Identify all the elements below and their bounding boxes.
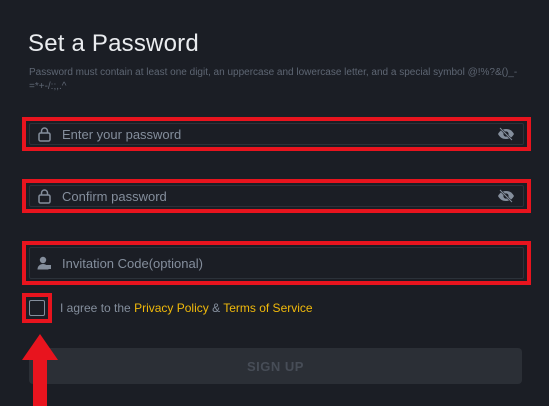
eye-off-icon[interactable] bbox=[497, 127, 515, 141]
confirm-password-input-placeholder[interactable]: Confirm password bbox=[62, 189, 497, 204]
terms-of-service-link[interactable]: Terms of Service bbox=[223, 301, 312, 315]
user-icon bbox=[36, 255, 52, 271]
invitation-code-field[interactable]: Invitation Code(optional) bbox=[22, 241, 531, 285]
password-field[interactable]: Enter your password bbox=[22, 117, 531, 151]
lock-icon bbox=[36, 188, 52, 204]
password-input-placeholder[interactable]: Enter your password bbox=[62, 127, 497, 142]
confirm-password-field[interactable]: Confirm password bbox=[22, 179, 531, 213]
sign-up-button[interactable]: SIGN UP bbox=[29, 348, 522, 384]
page-title: Set a Password bbox=[28, 30, 199, 57]
privacy-policy-link[interactable]: Privacy Policy bbox=[134, 301, 209, 315]
agreement-text: I agree to the Privacy Policy & Terms of… bbox=[60, 301, 313, 315]
password-requirements-hint: Password must contain at least one digit… bbox=[29, 67, 518, 92]
checkbox-square[interactable] bbox=[29, 300, 45, 316]
eye-off-icon[interactable] bbox=[497, 189, 515, 203]
invitation-code-input-placeholder[interactable]: Invitation Code(optional) bbox=[62, 256, 523, 271]
terms-agreement-row: I agree to the Privacy Policy & Terms of… bbox=[22, 293, 313, 323]
arrow-up-icon bbox=[22, 334, 58, 406]
agreement-amp: & bbox=[208, 301, 224, 315]
terms-checkbox[interactable] bbox=[22, 293, 52, 323]
lock-icon bbox=[36, 126, 52, 142]
agreement-prefix: I agree to the bbox=[60, 301, 135, 315]
